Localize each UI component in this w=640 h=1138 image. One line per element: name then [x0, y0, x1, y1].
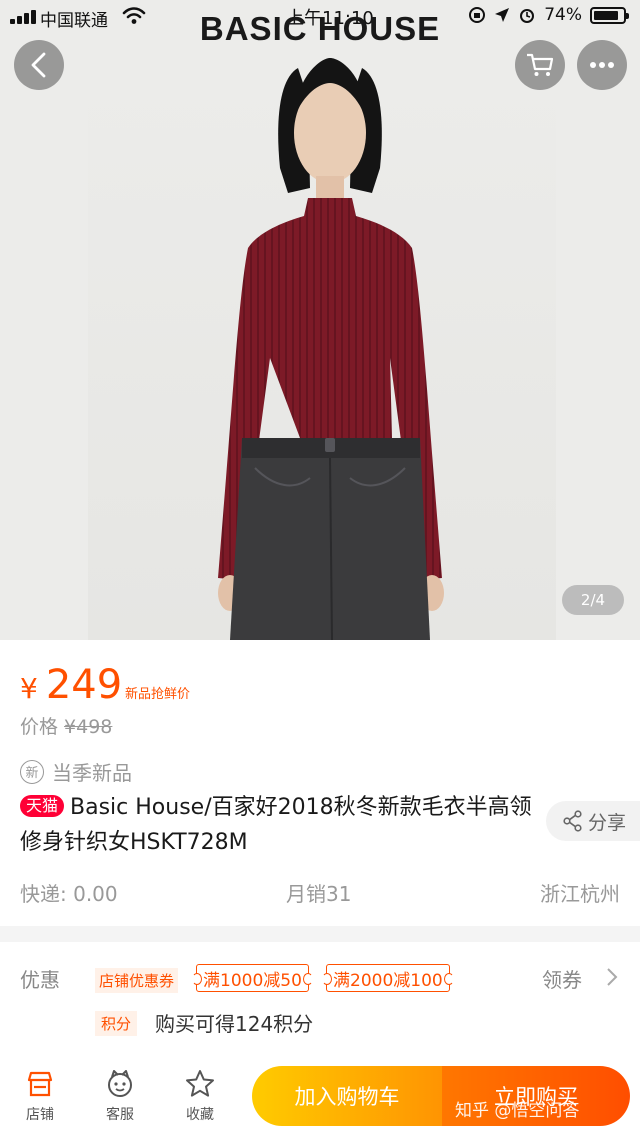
store-icon — [27, 1071, 53, 1097]
coupon-ticket[interactable]: 满1000减50 — [192, 964, 313, 992]
new-badge-icon: 新 — [20, 759, 44, 784]
new-season-row: 新 当季新品 — [20, 757, 132, 786]
more-dots-icon — [590, 62, 614, 68]
shop-coupon-badge: 店铺优惠券 — [95, 968, 179, 993]
original-price-value: ¥498 — [64, 716, 113, 738]
share-label: 分享 — [588, 811, 627, 834]
original-price: 价格 ¥498 — [20, 712, 112, 739]
gallery-page-indicator: 2/4 — [562, 585, 624, 615]
customer-service-icon — [108, 1070, 132, 1097]
shopping-cart-icon — [527, 53, 554, 76]
product-photo — [218, 58, 444, 640]
chevron-left-icon — [31, 52, 46, 78]
coupon-ticket[interactable]: 满2000减100 — [322, 964, 454, 992]
shipping-fee: 快递: 0.00 — [20, 882, 118, 906]
price-tag: 新品抢鲜价 — [125, 687, 191, 702]
shop-nav-label: 店铺 — [26, 1107, 54, 1123]
price-currency: ¥ — [20, 672, 38, 705]
current-price: ¥ 249 — [20, 662, 122, 708]
star-icon — [186, 1070, 214, 1097]
product-title: 天猫 Basic House/百家好2018秋冬新款毛衣半高领修身针织女HSKT7… — [20, 790, 540, 860]
watermark-text: 知乎 @悟空问答 — [455, 1101, 580, 1121]
customer-service-button[interactable]: 客服 — [90, 1068, 150, 1124]
watermark: 知乎 @悟空问答 — [455, 1096, 579, 1121]
monthly-sales: 月销31 — [286, 882, 352, 906]
claim-coupon-link[interactable]: 领券 — [542, 964, 582, 993]
back-button[interactable] — [14, 40, 64, 90]
more-button[interactable] — [577, 40, 627, 90]
chevron-right-icon[interactable] — [605, 966, 619, 988]
share-button[interactable]: 分享 — [546, 801, 640, 841]
original-price-label: 价格 — [20, 716, 59, 738]
shop-nav-button[interactable]: 店铺 — [10, 1068, 70, 1124]
product-gallery[interactable]: 中国联通 上午11:10 74% BASIC HOUSE 2/4 — [0, 0, 640, 640]
add-to-cart-button[interactable]: 加入购物车 — [252, 1066, 442, 1126]
section-divider — [0, 926, 640, 942]
product-title-text: Basic House/百家好2018秋冬新款毛衣半高领修身针织女HSKT728… — [20, 795, 532, 855]
favorite-button[interactable]: 收藏 — [170, 1068, 230, 1124]
delivery-sales-row: 快递: 0.00 月销31 浙江杭州 — [20, 878, 620, 906]
favorite-label: 收藏 — [186, 1107, 214, 1123]
cart-button[interactable] — [515, 40, 565, 90]
tmall-badge: 天猫 — [20, 795, 65, 817]
price-value: 249 — [45, 662, 123, 708]
points-info: 购买可得124积分 — [155, 1012, 314, 1036]
ship-from-location: 浙江杭州 — [540, 882, 620, 906]
customer-service-label: 客服 — [106, 1107, 134, 1123]
points-badge: 积分 — [95, 1011, 138, 1036]
promotions-label: 优惠 — [20, 968, 60, 992]
share-icon — [563, 810, 582, 832]
new-season-label: 当季新品 — [52, 761, 132, 785]
